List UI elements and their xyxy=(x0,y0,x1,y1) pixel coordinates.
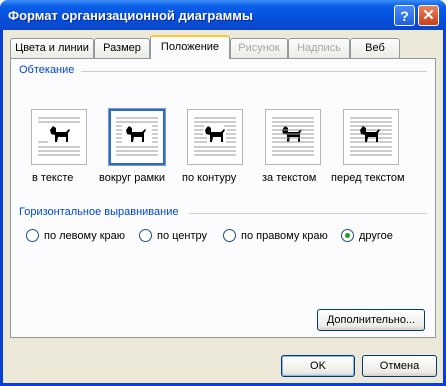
align-other-radio[interactable]: другое xyxy=(341,229,393,242)
cancel-button[interactable]: Отмена xyxy=(362,355,437,377)
align-left-radio[interactable]: по левому краю xyxy=(26,229,125,242)
align-left-label: по левому краю xyxy=(44,229,126,242)
align-center-radio[interactable]: по центру xyxy=(139,229,207,242)
align-other-label: другое xyxy=(359,229,393,242)
align-right-label: по правому краю xyxy=(241,229,328,242)
wrap-inline-option[interactable] xyxy=(31,109,87,165)
in-front-dog-icon xyxy=(350,117,392,156)
tab-size[interactable]: Размер xyxy=(94,38,150,58)
help-button[interactable]: ? xyxy=(394,5,415,26)
tab-textbox: Надпись xyxy=(288,38,350,58)
radio-circle[interactable] xyxy=(223,229,236,242)
alignment-divider xyxy=(189,213,427,214)
advanced-button[interactable]: Дополнительно... xyxy=(317,309,425,331)
wrap-tight-label: по контуру xyxy=(182,172,237,184)
ok-button[interactable]: OK xyxy=(281,355,355,377)
tab-picture: Рисунок xyxy=(230,38,288,58)
dialog-body: Цвета и линии Размер Положение Рисунок Н… xyxy=(3,30,443,383)
dialog-window: Формат организационной диаграммы ? ✕ Цве… xyxy=(0,0,446,386)
dialog-title: Формат организационной диаграммы xyxy=(8,8,253,23)
inline-dog-icon xyxy=(38,117,80,156)
wrap-tight-option[interactable] xyxy=(187,109,243,165)
wrap-in-front-option[interactable] xyxy=(343,109,399,165)
wrap-inline-label: в тексте xyxy=(32,172,74,184)
alignment-group-label: Горизонтальное выравнивание xyxy=(19,206,179,218)
wrap-behind-text-option[interactable] xyxy=(265,109,321,165)
wrap-square-label: вокруг рамки xyxy=(99,172,165,184)
wrap-square-option[interactable] xyxy=(108,108,166,166)
tab-panel-position: Обтекание в тексте вокруг рамки по конту… xyxy=(10,58,436,338)
tight-dog-icon xyxy=(194,117,236,156)
align-right-radio[interactable]: по правому краю xyxy=(223,229,328,242)
close-button[interactable]: ✕ xyxy=(418,5,439,26)
wrap-in-front-label: перед текстом xyxy=(331,172,405,184)
wrapping-divider xyxy=(81,71,427,72)
radio-circle-checked[interactable] xyxy=(341,229,354,242)
tab-colors-lines[interactable]: Цвета и линии xyxy=(10,38,94,58)
wrap-behind-text-label: за текстом xyxy=(262,172,317,184)
radio-circle[interactable] xyxy=(26,229,39,242)
wrapping-group-label: Обтекание xyxy=(19,64,75,76)
radio-circle[interactable] xyxy=(139,229,152,242)
title-bar[interactable]: Формат организационной диаграммы ? ✕ xyxy=(0,0,446,30)
tab-position[interactable]: Положение xyxy=(150,35,230,59)
behind-text-dog-icon xyxy=(272,117,314,156)
align-center-label: по центру xyxy=(157,229,208,242)
tab-web[interactable]: Веб xyxy=(350,38,400,58)
square-dog-icon xyxy=(116,117,158,156)
